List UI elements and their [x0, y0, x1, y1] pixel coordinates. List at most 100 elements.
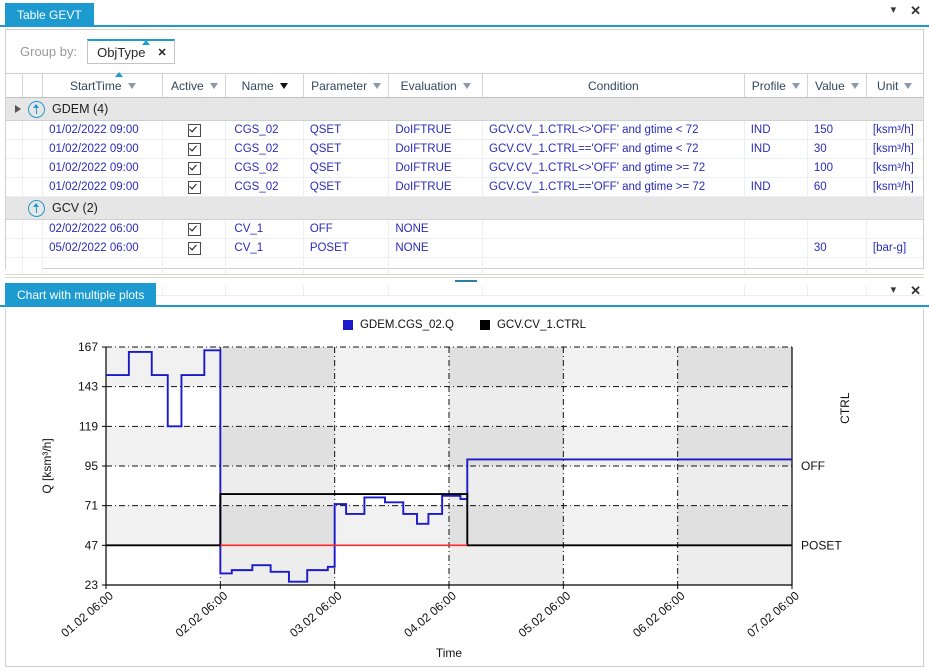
cell-name: CGS_02	[226, 159, 303, 178]
chevron-down-icon[interactable]: ▾	[891, 285, 897, 296]
legend-item[interactable]: GDEM.CGS_02.Q	[343, 319, 454, 331]
column-label-active: Active	[171, 79, 204, 93]
tab-table-gevt[interactable]: Table GEVT	[5, 3, 94, 27]
table-panel-window-buttons: ▾ ✕	[891, 4, 921, 17]
cell-profile: IND	[744, 140, 807, 159]
cell-evaluation: DoIFTRUE	[389, 140, 483, 159]
cell-unit: [bar-g]	[866, 239, 922, 258]
filter-icon[interactable]	[463, 83, 471, 89]
row-group-gutter	[22, 178, 42, 197]
cell-parameter: QSET	[303, 121, 389, 140]
active-checkbox[interactable]	[188, 124, 201, 137]
legend-item[interactable]: GCV.CV_1.CTRL	[480, 319, 586, 331]
chart-plot-area[interactable]: 23477195119143167Q [ksm³/h]POSETOFFCTRL0…	[6, 335, 924, 665]
cell-evaluation: NONE	[389, 220, 483, 239]
group-by-bar: Group by: ObjType ✕	[6, 30, 923, 74]
column-header-condition[interactable]: Condition	[483, 74, 745, 98]
column-header-unit[interactable]: Unit	[866, 74, 922, 98]
sort-ascending-icon	[115, 72, 123, 77]
tab-chart-with-multiple-plots[interactable]: Chart with multiple plots	[5, 283, 156, 307]
filter-icon[interactable]	[210, 83, 218, 89]
cell-active[interactable]	[163, 239, 226, 258]
tabstrip-underline	[0, 305, 929, 307]
column-header-active[interactable]: Active	[163, 74, 226, 98]
active-checkbox[interactable]	[188, 223, 201, 236]
filter-icon[interactable]	[851, 83, 859, 89]
active-checkbox[interactable]	[188, 143, 201, 156]
cell-value	[807, 220, 866, 239]
filter-icon[interactable]	[280, 83, 288, 89]
cell-parameter: QSET	[303, 178, 389, 197]
group-by-label: Group by:	[20, 44, 77, 59]
table-panel-tabstrip: Table GEVT ▾ ✕	[0, 0, 929, 27]
cell-active[interactable]	[163, 121, 226, 140]
y-tick-label: 71	[85, 499, 99, 513]
cell-starttime: 01/02/2022 09:00	[43, 121, 163, 140]
group-by-chip-objtype[interactable]: ObjType ✕	[87, 39, 175, 64]
table-row[interactable]: 02/02/2022 06:00CV_1OFFNONE	[6, 220, 923, 239]
cell-active[interactable]	[163, 178, 226, 197]
table-row[interactable]: 01/02/2022 09:00CGS_02QSETDoIFTRUEGCV.CV…	[6, 121, 923, 140]
remove-group-icon[interactable]: ✕	[158, 46, 167, 59]
cell-condition	[483, 239, 745, 258]
group-icon-header	[22, 74, 42, 98]
column-header-evaluation[interactable]: Evaluation	[389, 74, 483, 98]
group-row[interactable]: GDEM (4)	[6, 98, 923, 121]
column-header-parameter[interactable]: Parameter	[303, 74, 389, 98]
cell-value: 60	[807, 178, 866, 197]
group-collapse-icon[interactable]	[28, 200, 45, 217]
cell-active[interactable]	[163, 220, 226, 239]
filter-icon[interactable]	[792, 83, 800, 89]
cell-active[interactable]	[163, 159, 226, 178]
y-tick-label: 167	[78, 340, 98, 354]
filter-icon[interactable]	[904, 83, 912, 89]
x-tick-label: 04.02 06:00	[401, 588, 459, 640]
close-icon[interactable]: ✕	[910, 4, 921, 17]
active-checkbox[interactable]	[188, 162, 201, 175]
chart-legend: GDEM.CGS_02.Q GCV.CV_1.CTRL	[6, 319, 923, 331]
y-tick-label: 143	[78, 380, 98, 394]
x-tick-label: 05.02 06:00	[516, 588, 574, 640]
cell-condition	[483, 220, 745, 239]
cell-name: CGS_02	[226, 140, 303, 159]
row-indicator-cell	[6, 140, 22, 159]
cell-name: CGS_02	[226, 121, 303, 140]
legend-label: GDEM.CGS_02.Q	[360, 319, 454, 331]
active-checkbox[interactable]	[188, 242, 201, 255]
sort-ascending-icon	[142, 40, 150, 45]
column-label-profile: Profile	[752, 79, 786, 93]
chevron-down-icon[interactable]: ▾	[891, 5, 897, 16]
table-row[interactable]: 05/02/2022 06:00CV_1POSETNONE30[bar-g]	[6, 239, 923, 258]
filter-icon[interactable]	[373, 83, 381, 89]
close-icon[interactable]: ✕	[910, 284, 921, 297]
legend-swatch	[480, 320, 490, 330]
active-checkbox[interactable]	[188, 181, 201, 194]
column-header-starttime[interactable]: StartTime	[43, 74, 163, 98]
tabstrip-underline	[0, 25, 929, 27]
column-label-condition: Condition	[588, 79, 639, 93]
cell-active[interactable]	[163, 140, 226, 159]
table-row[interactable]: 01/02/2022 09:00CGS_02QSETDoIFTRUEGCV.CV…	[6, 140, 923, 159]
cell-unit: [ksm³/h]	[866, 140, 922, 159]
row-group-gutter	[22, 220, 42, 239]
row-group-gutter	[22, 239, 42, 258]
cell-unit	[866, 220, 922, 239]
group-row[interactable]: GCV (2)	[6, 197, 923, 220]
filter-icon[interactable]	[128, 83, 136, 89]
group-title: GDEM (4)	[52, 102, 108, 116]
table-row[interactable]: 01/02/2022 09:00CGS_02QSETDoIFTRUEGCV.CV…	[6, 159, 923, 178]
column-label-parameter: Parameter	[311, 79, 367, 93]
column-header-profile[interactable]: Profile	[744, 74, 807, 98]
group-collapse-icon[interactable]	[28, 101, 45, 118]
cell-name: CV_1	[226, 239, 303, 258]
row-indicator-cell	[6, 159, 22, 178]
cell-starttime: 01/02/2022 09:00	[43, 140, 163, 159]
legend-label: GCV.CV_1.CTRL	[497, 319, 586, 331]
y2-axis-title: CTRL	[838, 392, 852, 424]
cell-name: CV_1	[226, 220, 303, 239]
column-header-name[interactable]: Name	[226, 74, 303, 98]
expand-triangle-icon[interactable]	[15, 105, 21, 113]
table-row[interactable]: 01/02/2022 09:00CGS_02QSETDoIFTRUEGCV.CV…	[6, 178, 923, 197]
column-header-value[interactable]: Value	[807, 74, 866, 98]
column-label-name: Name	[242, 79, 274, 93]
